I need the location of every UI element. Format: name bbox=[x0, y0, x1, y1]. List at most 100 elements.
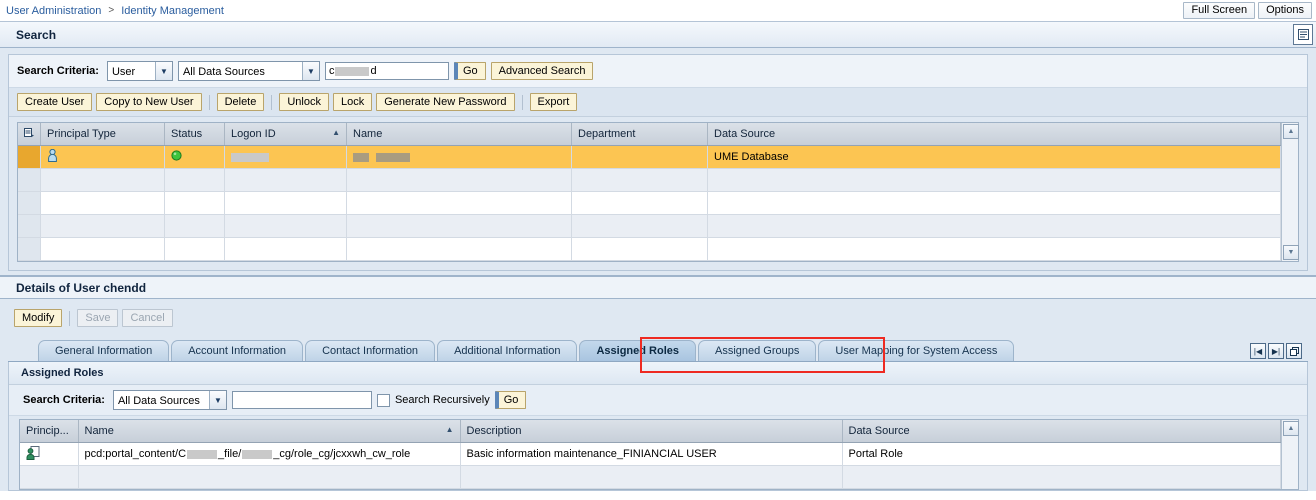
column-header-data-source[interactable]: Data Source bbox=[842, 420, 1281, 443]
column-header-description[interactable]: Description bbox=[460, 420, 843, 443]
search-section-title: Search bbox=[16, 27, 57, 42]
tab-contact-information[interactable]: Contact Information bbox=[305, 340, 436, 361]
cell-principal-type bbox=[20, 442, 79, 466]
redaction-block bbox=[231, 152, 269, 162]
next-tab-icon[interactable]: ▶| bbox=[1268, 343, 1284, 359]
row-select-cell[interactable] bbox=[18, 237, 41, 261]
tab-overview-icon[interactable] bbox=[1286, 343, 1302, 359]
search-criteria-label: Search Criteria: bbox=[17, 65, 99, 77]
column-header-department[interactable]: Department bbox=[571, 123, 708, 146]
cell-department bbox=[571, 145, 708, 169]
sort-ascending-icon: ▲ bbox=[332, 128, 340, 137]
tab-account-information[interactable]: Account Information bbox=[171, 340, 304, 361]
personalize-menu-icon[interactable] bbox=[1293, 24, 1313, 45]
scroll-down-icon[interactable]: ▼ bbox=[1283, 245, 1299, 260]
search-go-button[interactable]: Go bbox=[453, 62, 486, 80]
cell-logon-id bbox=[224, 168, 347, 192]
scroll-up-icon[interactable]: ▲ bbox=[1283, 421, 1299, 436]
full-screen-button[interactable]: Full Screen bbox=[1183, 2, 1256, 19]
search-results-table-box: Principal Type Status Logon ID ▲ Name De… bbox=[17, 122, 1299, 262]
cell-department bbox=[571, 168, 708, 192]
cell-role-name: pcd:portal_content/C _file/ _cg/role_cg/jc… bbox=[78, 442, 461, 466]
search-recursively-checkbox[interactable] bbox=[376, 393, 390, 407]
chevron-down-icon: ▼ bbox=[301, 62, 319, 80]
column-header-name[interactable]: Name ▲ bbox=[78, 420, 461, 443]
options-button[interactable]: Options bbox=[1258, 2, 1312, 19]
cell-status bbox=[164, 237, 225, 261]
row-select-cell[interactable] bbox=[18, 191, 41, 215]
table-row[interactable] bbox=[18, 191, 1281, 215]
export-button[interactable]: Export bbox=[529, 93, 578, 111]
row-select-cell[interactable] bbox=[18, 145, 41, 169]
tab-assigned-groups[interactable]: Assigned Groups bbox=[698, 340, 817, 361]
assigned-roles-data-source-select[interactable]: All Data Sources ▼ bbox=[112, 390, 227, 410]
breadcrumb-separator: > bbox=[108, 5, 115, 16]
table-row[interactable] bbox=[18, 214, 1281, 238]
tab-assigned-roles[interactable]: Assigned Roles bbox=[579, 340, 696, 361]
table-row[interactable] bbox=[18, 237, 1281, 261]
breadcrumb-current: Identity Management bbox=[121, 4, 224, 17]
cell-name bbox=[346, 145, 572, 169]
tab-user-mapping-for-system-access[interactable]: User Mapping for System Access bbox=[818, 340, 1015, 361]
create-user-button[interactable]: Create User bbox=[17, 93, 93, 111]
row-select-cell[interactable] bbox=[18, 214, 41, 238]
assigned-roles-query-input[interactable] bbox=[231, 391, 372, 409]
unlock-button[interactable]: Unlock bbox=[279, 93, 329, 111]
table-header-row: Princip... Name ▲ Description Data Sourc… bbox=[20, 420, 1281, 443]
column-header-principal-type[interactable]: Principal Type bbox=[40, 123, 165, 146]
cell-name bbox=[346, 168, 572, 192]
breadcrumb-bar: User Administration > Identity Managemen… bbox=[0, 0, 1316, 22]
scroll-up-icon[interactable]: ▲ bbox=[1283, 124, 1299, 139]
assigned-roles-title: Assigned Roles bbox=[9, 362, 1307, 385]
table-row[interactable]: UME Database bbox=[18, 145, 1281, 169]
table-settings-icon[interactable] bbox=[18, 123, 41, 146]
generate-new-password-button[interactable]: Generate New Password bbox=[376, 93, 515, 111]
table-row[interactable]: pcd:portal_content/C _file/ _cg/role_cg/jc… bbox=[20, 442, 1281, 466]
cell-description: Basic information maintenance_FINIANCIAL… bbox=[460, 442, 843, 466]
modify-button[interactable]: Modify bbox=[14, 309, 63, 327]
save-button[interactable]: Save bbox=[77, 309, 119, 327]
cell-data-source bbox=[842, 465, 1281, 489]
cell-logon-id bbox=[224, 191, 347, 215]
tab-additional-information[interactable]: Additional Information bbox=[437, 340, 578, 361]
delete-button[interactable]: Delete bbox=[216, 93, 265, 111]
search-query-input[interactable]: cd bbox=[324, 62, 449, 80]
column-header-name[interactable]: Name bbox=[346, 123, 572, 146]
assigned-roles-table-box: Princip... Name ▲ Description Data Sourc… bbox=[19, 419, 1299, 490]
breadcrumb-root-link[interactable]: User Administration bbox=[6, 5, 101, 17]
cell-principal-type bbox=[40, 145, 165, 169]
column-header-status[interactable]: Status bbox=[164, 123, 225, 146]
data-source-select[interactable]: All Data Sources ▼ bbox=[177, 61, 320, 81]
cell-data-source bbox=[707, 168, 1281, 192]
toolbar-divider bbox=[271, 94, 273, 110]
tab-general-information[interactable]: General Information bbox=[38, 340, 170, 361]
cell-status bbox=[164, 214, 225, 238]
sort-ascending-icon: ▲ bbox=[445, 425, 454, 434]
search-section: Search Search Criteria: User ▼ All Data … bbox=[0, 22, 1316, 275]
table-row[interactable] bbox=[18, 168, 1281, 192]
advanced-search-button[interactable]: Advanced Search bbox=[490, 62, 594, 80]
column-header-logon-id[interactable]: Logon ID ▲ bbox=[224, 123, 347, 146]
principal-type-select[interactable]: User ▼ bbox=[106, 61, 173, 81]
row-select-cell[interactable] bbox=[18, 168, 41, 192]
assigned-roles-table: Princip... Name ▲ Description Data Sourc… bbox=[20, 420, 1281, 489]
redaction-block bbox=[187, 449, 218, 459]
user-action-toolbar: Create User Copy to New User Delete Unlo… bbox=[9, 88, 1307, 117]
chevron-down-icon: ▼ bbox=[208, 391, 226, 409]
first-tab-icon[interactable]: |◀ bbox=[1250, 343, 1266, 359]
column-header-principal-type[interactable]: Princip... bbox=[20, 420, 79, 443]
cancel-button[interactable]: Cancel bbox=[122, 309, 173, 327]
assigned-roles-criteria-row: Search Criteria: All Data Sources ▼ Sear… bbox=[9, 385, 1307, 416]
column-header-data-source[interactable]: Data Source bbox=[707, 123, 1281, 146]
copy-to-new-user-button[interactable]: Copy to New User bbox=[96, 93, 202, 111]
details-section-body: Modify Save Cancel General Information A… bbox=[0, 299, 1316, 491]
role-name-mid: _file/ bbox=[218, 448, 242, 460]
cell-data-source bbox=[707, 191, 1281, 215]
table-row[interactable] bbox=[20, 465, 1281, 489]
assigned-roles-go-button[interactable]: Go bbox=[494, 391, 527, 409]
results-vertical-scrollbar[interactable]: ▲ ▼ bbox=[1281, 123, 1299, 261]
cell-principal-type bbox=[20, 465, 79, 489]
assigned-roles-data-source-value: All Data Sources bbox=[117, 394, 200, 407]
lock-button[interactable]: Lock bbox=[332, 93, 373, 111]
assigned-roles-vertical-scrollbar[interactable]: ▲ bbox=[1281, 420, 1299, 489]
